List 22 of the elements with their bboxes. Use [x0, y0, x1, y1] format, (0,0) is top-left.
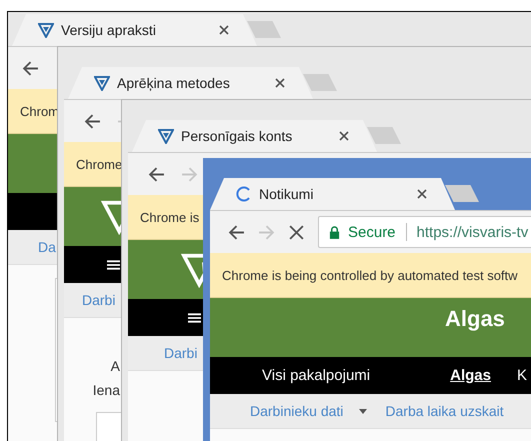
- security-label: Secure: [348, 224, 396, 240]
- close-icon[interactable]: [417, 189, 427, 199]
- address-bar[interactable]: Secure https://visvaris-tv: [318, 216, 531, 248]
- page-title: Algas: [445, 306, 505, 332]
- close-icon[interactable]: [275, 78, 285, 88]
- info-text: Chrome is being controlled by automated test softw: [222, 268, 518, 282]
- info-text: Chrome: [76, 156, 122, 172]
- menu-link[interactable]: K: [508, 367, 531, 384]
- info-text: Chrome is: [140, 210, 200, 224]
- content-text: Iena: [92, 382, 120, 398]
- stop-icon[interactable]: [288, 224, 305, 240]
- close-icon[interactable]: [219, 25, 229, 35]
- content-text: A: [110, 358, 120, 374]
- close-icon[interactable]: [339, 131, 349, 141]
- menu-link[interactable]: Algas: [442, 367, 499, 384]
- menu-link[interactable]: Visi pakalpojumi: [254, 367, 378, 384]
- caret-icon[interactable]: [359, 408, 368, 414]
- back-icon[interactable]: [228, 224, 245, 240]
- new-tab-button[interactable]: [445, 185, 479, 202]
- browser-tab[interactable]: Notikumi: [210, 178, 455, 210]
- lock-icon: [329, 226, 340, 238]
- url-text: https://visvaris-tv: [416, 224, 528, 240]
